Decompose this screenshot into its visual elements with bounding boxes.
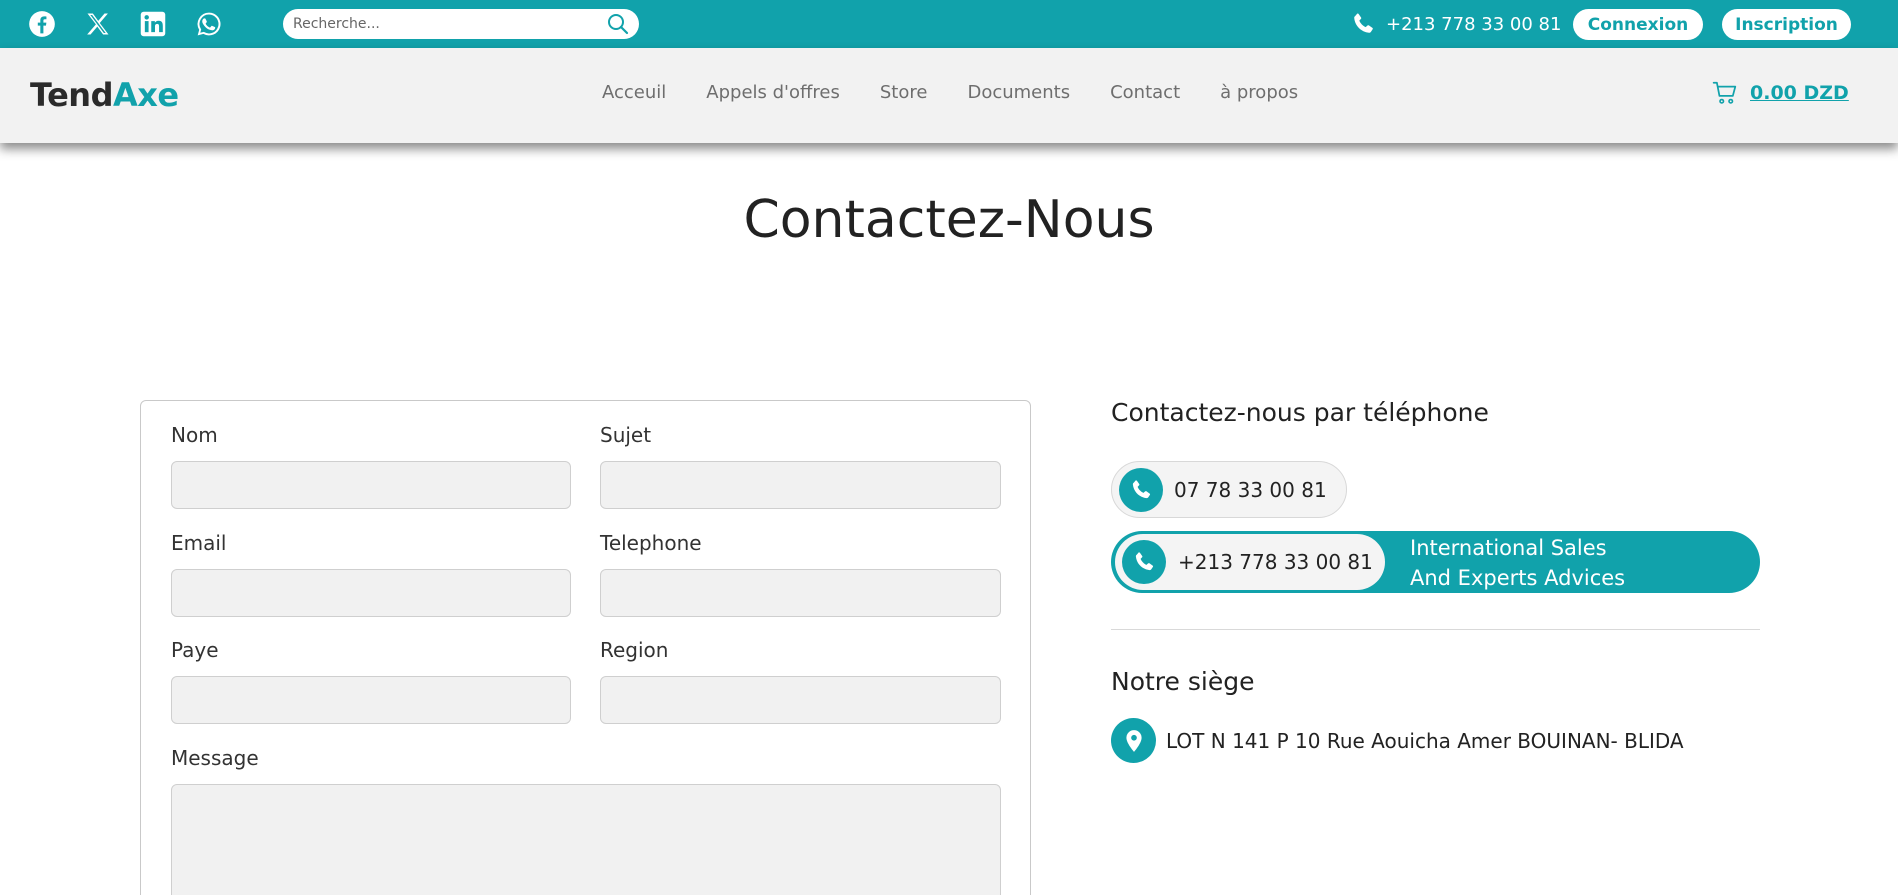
nav-item-a-propos[interactable]: à propos: [1220, 82, 1298, 103]
search-input[interactable]: [293, 9, 593, 39]
main-nav: Acceuil Appels d'offres Store Documents …: [602, 82, 1298, 103]
local-phone-number: 07 78 33 00 81: [1174, 477, 1327, 502]
country-field[interactable]: [171, 676, 571, 724]
address-row: LOT N 141 P 10 Rue Aouicha Amer BOUINAN-…: [1111, 718, 1684, 763]
region-field[interactable]: [600, 676, 1001, 724]
nav-item-store[interactable]: Store: [880, 82, 928, 103]
international-phone-number: +213 778 33 00 81: [1178, 550, 1373, 574]
topbar-phone[interactable]: +213 778 33 00 81: [1350, 10, 1561, 38]
message-field[interactable]: [171, 784, 1001, 895]
logo-part-2: Axe: [112, 76, 179, 114]
phone-field[interactable]: [600, 569, 1001, 617]
logo-part-1: Tend: [30, 76, 113, 114]
whatsapp-icon[interactable]: [194, 9, 224, 39]
headquarters-heading: Notre siège: [1111, 667, 1255, 696]
message-label: Message: [171, 746, 259, 770]
cart-link[interactable]: 0.00 DZD: [1712, 80, 1849, 106]
name-label: Nom: [171, 423, 218, 447]
international-line-1: International Sales: [1410, 536, 1607, 560]
name-field[interactable]: [171, 461, 571, 509]
signup-button[interactable]: Inscription: [1722, 9, 1851, 40]
international-contact-bar: +213 778 33 00 81 International Sales An…: [1111, 531, 1760, 593]
page-title: Contactez-Nous: [743, 190, 1155, 250]
email-field[interactable]: [171, 569, 571, 617]
address-text: LOT N 141 P 10 Rue Aouicha Amer BOUINAN-…: [1166, 728, 1684, 753]
country-label: Paye: [171, 638, 219, 662]
location-pin-icon: [1111, 718, 1156, 763]
phone-icon: [1354, 13, 1373, 33]
region-label: Region: [600, 638, 669, 662]
nav-item-contact[interactable]: Contact: [1110, 82, 1180, 103]
nav-item-appels-offres[interactable]: Appels d'offres: [706, 82, 840, 103]
international-sales-text: International Sales And Experts Advices: [1410, 533, 1625, 593]
local-phone-button[interactable]: 07 78 33 00 81: [1111, 461, 1347, 518]
x-twitter-icon[interactable]: [83, 9, 113, 39]
site-logo[interactable]: TendAxe: [30, 76, 179, 114]
login-button[interactable]: Connexion: [1573, 9, 1703, 40]
search-box: [283, 9, 639, 39]
phone-contact-heading: Contactez-nous par téléphone: [1111, 398, 1489, 427]
contact-form: Nom Sujet Email Telephone Paye Region Me…: [140, 400, 1031, 895]
international-phone-button[interactable]: +213 778 33 00 81: [1115, 534, 1385, 590]
facebook-icon[interactable]: [27, 9, 57, 39]
top-bar: +213 778 33 00 81 Connexion Inscription: [0, 0, 1898, 48]
nav-item-acceuil[interactable]: Acceuil: [602, 82, 666, 103]
subject-label: Sujet: [600, 423, 652, 447]
linkedin-icon[interactable]: [138, 9, 168, 39]
phone-icon: [1122, 540, 1166, 584]
international-line-2: And Experts Advices: [1410, 566, 1626, 590]
phone-label: Telephone: [600, 531, 702, 555]
section-divider: [1111, 629, 1760, 630]
nav-item-documents[interactable]: Documents: [967, 82, 1070, 103]
cart-total: 0.00 DZD: [1750, 82, 1849, 104]
search-icon[interactable]: [605, 12, 631, 36]
email-label: Email: [171, 531, 227, 555]
phone-icon: [1119, 467, 1163, 512]
cart-icon: [1712, 81, 1737, 104]
subject-field[interactable]: [600, 461, 1001, 509]
topbar-phone-number: +213 778 33 00 81: [1386, 13, 1562, 35]
main-header: TendAxe Acceuil Appels d'offres Store Do…: [0, 48, 1898, 143]
